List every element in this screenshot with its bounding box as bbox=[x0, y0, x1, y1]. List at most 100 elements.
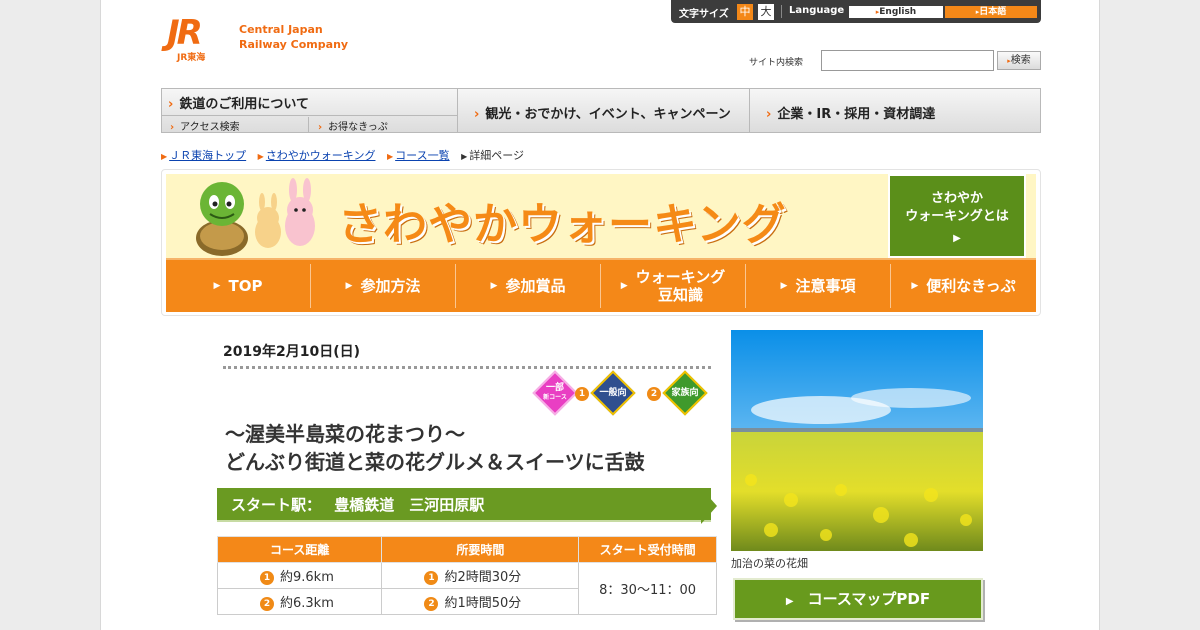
walking-nav-tickets-label: 便利なきっぷ bbox=[926, 277, 1016, 295]
utility-bar: 文字サイズ 中 大 Language ▸English ▸日本語 bbox=[671, 0, 1041, 23]
walking-nav-top-label: TOP bbox=[228, 277, 263, 295]
event-title: ～渥美半島菜の花まつり～ どんぶり街道と菜の花グルメ＆スイーツに舌鼓 bbox=[225, 420, 645, 476]
gnav-rail[interactable]: › 鉄道のご利用について bbox=[162, 89, 457, 116]
course-number-1: 1 bbox=[424, 571, 439, 585]
gnav-tourism-label: 観光・おでかけ、イベント、キャンペーン bbox=[485, 107, 731, 122]
start-bar-arrow-icon bbox=[701, 488, 717, 524]
start-station-label: スタート駅： bbox=[231, 496, 322, 514]
triangle-right-icon: ▶ bbox=[780, 281, 788, 291]
chevron-right-icon: › bbox=[474, 107, 480, 122]
start-station-bar: スタート駅： 豊橋鉄道 三河田原駅 bbox=[217, 488, 711, 522]
rapeseed-field-photo bbox=[731, 330, 983, 551]
event-date: 2019年2月10日(日) bbox=[223, 344, 360, 360]
new-course-badge-text: 一部 新コース bbox=[539, 383, 571, 403]
about-line-1: さわやか bbox=[930, 191, 983, 206]
duration-cell: 1 約2時間30分 bbox=[381, 562, 580, 589]
triangle-right-icon: ▶ bbox=[490, 281, 498, 291]
new-course-badge-line-1: 一部 bbox=[545, 383, 564, 393]
walking-nav: ▶ TOP ▶ 参加方法 ▶ 参加賞品 ▶ ウォーキング 豆知識 ▶ 注意事項 ▶ 便利なきっ… bbox=[166, 258, 1036, 312]
banner-title: さわやかウォーキング bbox=[338, 199, 787, 250]
duration-cell: 2 約1時間50分 bbox=[381, 588, 580, 615]
new-course-badge-line-2: 新コース bbox=[543, 394, 567, 401]
distance-value: 約9.6km bbox=[280, 570, 334, 585]
walking-nav-notes[interactable]: ▶ 注意事項 bbox=[746, 264, 891, 308]
triangle-right-icon: ▶ bbox=[257, 152, 264, 161]
site-search-input[interactable] bbox=[821, 50, 994, 71]
walking-nav-prizes-label: 参加賞品 bbox=[505, 277, 566, 295]
chevron-right-icon: › bbox=[170, 122, 175, 133]
walking-nav-tips[interactable]: ▶ ウォーキング 豆知識 bbox=[601, 264, 746, 308]
gnav-discount-tickets[interactable]: › お得なきっぷ bbox=[310, 117, 457, 133]
event-title-line-1: ～渥美半島菜の花まつり～ bbox=[225, 422, 465, 446]
walking-nav-how-to-join-label: 参加方法 bbox=[360, 277, 421, 295]
gnav-discount-tickets-label: お得なきっぷ bbox=[328, 122, 388, 133]
triangle-right-icon: ▶ bbox=[345, 281, 353, 291]
logo-sub: JR東海 bbox=[177, 53, 206, 63]
dotted-divider bbox=[223, 366, 711, 369]
gnav-corporate-label: 企業・IR・採用・資材調達 bbox=[777, 107, 936, 122]
gnav-rail-label: 鉄道のご利用について bbox=[179, 97, 309, 112]
about-line-2: ウォーキングとは bbox=[905, 209, 1009, 224]
breadcrumb-jr-top[interactable]: ＪＲ東海トップ bbox=[169, 149, 246, 162]
language-english-button[interactable]: ▸English bbox=[849, 6, 943, 18]
course-number-2: 2 bbox=[260, 597, 274, 611]
walking-nav-tips-line-2: 豆知識 bbox=[657, 286, 703, 304]
duration-value: 約1時間50分 bbox=[444, 596, 522, 611]
header-distance: コース距離 bbox=[216, 536, 383, 563]
start-station-name: 豊橋鉄道 三河田原駅 bbox=[334, 496, 485, 514]
walking-nav-tickets[interactable]: ▶ 便利なきっぷ bbox=[891, 264, 1036, 308]
walking-nav-top[interactable]: ▶ TOP bbox=[166, 264, 311, 308]
chevron-right-icon: › bbox=[766, 107, 772, 122]
distance-cell: 2 約6.3km bbox=[216, 588, 383, 615]
banner-header: さわやかウォーキング さわやか ウォーキングとは ▶ bbox=[166, 174, 1036, 258]
chevron-right-icon: › bbox=[318, 122, 323, 133]
logo-mark: JR bbox=[167, 13, 203, 53]
search-button[interactable]: ▸検索 bbox=[997, 51, 1041, 70]
walking-nav-how-to-join[interactable]: ▶ 参加方法 bbox=[311, 264, 456, 308]
course-number-2: 2 bbox=[647, 387, 661, 401]
font-size-label: 文字サイズ bbox=[679, 9, 729, 20]
search-button-label: 検索 bbox=[1010, 55, 1031, 66]
util-divider bbox=[781, 5, 782, 18]
distance-value: 約6.3km bbox=[280, 596, 334, 611]
table-header-row: コース距離 所要時間 スタート受付時間 bbox=[216, 536, 717, 563]
breadcrumb-current: 詳細ページ bbox=[469, 149, 525, 162]
table-row: 1 約9.6km 1 約2時間30分 8：30～11：00 bbox=[216, 562, 717, 615]
language-label: Language bbox=[789, 5, 845, 16]
breadcrumb-walking[interactable]: さわやかウォーキング bbox=[266, 149, 376, 162]
about-walking-button[interactable]: さわやか ウォーキングとは ▶ bbox=[888, 174, 1026, 258]
breadcrumb: ▶ ＪＲ東海トップ ▶ さわやかウォーキング ▶ コース一覧 ▶ 詳細ページ bbox=[161, 147, 524, 163]
language-english-label: English bbox=[879, 7, 917, 17]
header-reception: スタート受付時間 bbox=[578, 536, 717, 563]
course-number-2: 2 bbox=[424, 597, 439, 611]
header-duration: 所要時間 bbox=[381, 536, 580, 563]
gnav-access-search[interactable]: › アクセス検索 bbox=[162, 117, 309, 133]
breadcrumb-course-list[interactable]: コース一覧 bbox=[395, 149, 449, 162]
language-japanese-label: 日本語 bbox=[979, 7, 1007, 17]
family-badge-text: 家族向 bbox=[671, 388, 699, 398]
font-size-large-button[interactable]: 大 bbox=[758, 4, 774, 20]
photo-caption: 加治の菜の花畑 bbox=[731, 557, 808, 570]
global-nav: › 鉄道のご利用について › アクセス検索 › お得なきっぷ › 観光・おでかけ、イベン… bbox=[161, 88, 1041, 133]
triangle-right-icon: ▶ bbox=[785, 596, 794, 607]
walking-nav-prizes[interactable]: ▶ 参加賞品 bbox=[456, 264, 601, 308]
walking-nav-notes-label: 注意事項 bbox=[795, 277, 856, 295]
logo-text: Central Japan Railway Company bbox=[239, 22, 348, 52]
gnav-tourism[interactable]: › 観光・おでかけ、イベント、キャンペーン bbox=[458, 89, 750, 132]
course-number-1: 1 bbox=[575, 387, 589, 401]
event-title-line-2: どんぶり街道と菜の花グルメ＆スイーツに舌鼓 bbox=[225, 450, 645, 474]
course-map-pdf-button[interactable]: ▶ コースマップPDF bbox=[733, 578, 983, 620]
language-japanese-button[interactable]: ▸日本語 bbox=[945, 6, 1037, 18]
distance-cell: 1 約9.6km bbox=[216, 562, 383, 589]
walking-nav-tips-line-1: ウォーキング bbox=[635, 268, 726, 286]
triangle-right-icon: ▶ bbox=[953, 233, 961, 244]
jr-central-logo[interactable]: JR JR東海 Central Japan Railway Company bbox=[167, 13, 367, 64]
triangle-right-icon: ▶ bbox=[461, 152, 468, 161]
course-map-pdf-label: コースマップPDF bbox=[807, 590, 931, 608]
triangle-right-icon: ▶ bbox=[911, 281, 919, 291]
reception-time: 8：30～11：00 bbox=[578, 562, 717, 615]
gnav-corporate[interactable]: › 企業・IR・採用・資材調達 bbox=[750, 89, 1040, 132]
font-size-medium-button[interactable]: 中 bbox=[737, 4, 753, 20]
mascot-illustration bbox=[196, 178, 315, 256]
triangle-right-icon: ▶ bbox=[213, 281, 221, 291]
